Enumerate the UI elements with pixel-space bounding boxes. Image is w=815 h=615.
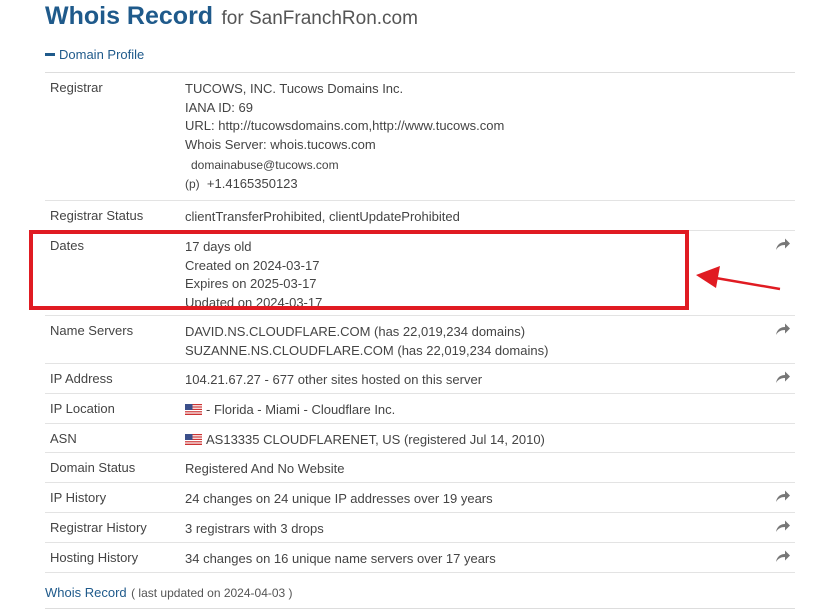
label-name-servers: Name Servers	[50, 323, 134, 338]
value-ip-history: 24 changes on 24 unique IP addresses ove…	[185, 491, 493, 506]
label-ip-address: IP Address	[50, 371, 113, 386]
label-ip-history: IP History	[50, 490, 107, 505]
value-ip-address[interactable]: 104.21.67.27 - 677 other sites hosted on…	[185, 371, 482, 390]
registrar-iana: IANA ID: 69	[185, 99, 253, 115]
value-name-servers: DAVID.NS.CLOUDFLARE.COM (has 22,019,234 …	[185, 323, 548, 360]
label-registrar-status: Registrar Status	[50, 208, 144, 223]
whois-record-footer: Whois Record ( last updated on 2024-04-0…	[45, 584, 293, 602]
row-ip-location: IP Location - Florida - Miami - Cloudfla…	[45, 394, 795, 424]
share-icon[interactable]	[775, 322, 791, 336]
registrar-whois-server: Whois Server: whois.tucows.com	[185, 136, 376, 152]
registrar-url: URL: http://tucowsdomains.com,http://www…	[185, 118, 505, 133]
section-label: Domain Profile	[59, 47, 145, 62]
label-domain-status: Domain Status	[50, 460, 136, 475]
value-asn: AS13335 CLOUDFLARENET, US (registered Ju…	[206, 432, 545, 447]
share-icon[interactable]	[775, 489, 791, 503]
footer-title[interactable]: Whois Record	[45, 585, 127, 600]
title-domain: for SanFranchRon.com	[221, 8, 418, 29]
footer-updated: ( last updated on 2024-04-03 )	[131, 586, 293, 600]
row-hosting-history: Hosting History 34 changes on 16 unique …	[45, 543, 795, 573]
row-ip-history: IP History 24 changes on 24 unique IP ad…	[45, 483, 795, 513]
page-title: Whois Record for SanFranchRon.com	[45, 2, 418, 31]
registrar-name: TUCOWS, INC. Tucows Domains Inc.	[185, 81, 404, 96]
label-asn: ASN	[50, 431, 77, 446]
share-icon[interactable]	[775, 549, 791, 563]
domain-profile-toggle[interactable]: Domain Profile	[45, 47, 144, 62]
row-registrar: Registrar TUCOWS, INC. Tucows Domains In…	[45, 73, 795, 201]
registrar-email: domainabuse@tucows.com	[191, 158, 339, 172]
us-flag-icon	[185, 434, 202, 445]
value-domain-status: Registered And No Website	[185, 461, 345, 476]
name-server-2[interactable]: SUZANNE.NS.CLOUDFLARE.COM (has 22,019,23…	[185, 342, 548, 361]
value-hosting-history: 34 changes on 16 unique name servers ove…	[185, 551, 496, 566]
registrar-phone-line: (p) +1.4165350123	[185, 175, 504, 194]
title-main: Whois Record	[45, 2, 214, 30]
name-server-1[interactable]: DAVID.NS.CLOUDFLARE.COM (has 22,019,234 …	[185, 323, 548, 342]
row-domain-status: Domain Status Registered And No Website	[45, 453, 795, 483]
row-registrar-status: Registrar Status clientTransferProhibite…	[45, 201, 795, 231]
dates-highlight-box	[29, 230, 689, 310]
value-registrar-history: 3 registrars with 3 drops	[185, 521, 324, 536]
phone-prefix: (p)	[185, 176, 200, 191]
value-ip-location-wrap: - Florida - Miami - Cloudflare Inc.	[185, 401, 395, 420]
label-ip-location: IP Location	[50, 401, 115, 416]
whois-table: Registrar TUCOWS, INC. Tucows Domains In…	[45, 72, 795, 573]
row-ip-address: IP Address 104.21.67.27 - 677 other site…	[45, 364, 795, 394]
share-icon[interactable]	[775, 237, 791, 251]
value-registrar-status: clientTransferProhibited, clientUpdatePr…	[185, 209, 460, 224]
value-registrar: TUCOWS, INC. Tucows Domains Inc. IANA ID…	[185, 80, 504, 193]
label-registrar: Registrar	[50, 80, 103, 95]
share-icon[interactable]	[775, 370, 791, 384]
annotation-arrow-icon	[696, 266, 781, 291]
share-icon[interactable]	[775, 519, 791, 533]
row-name-servers: Name Servers DAVID.NS.CLOUDFLARE.COM (ha…	[45, 316, 795, 364]
footer-divider	[45, 608, 795, 609]
collapse-icon	[45, 53, 55, 57]
value-asn-wrap: AS13335 CLOUDFLARENET, US (registered Ju…	[185, 431, 545, 450]
row-asn: ASN AS13335 CLOUDFLARENET, US (registere…	[45, 424, 795, 453]
row-registrar-history: Registrar History 3 registrars with 3 dr…	[45, 513, 795, 543]
value-ip-location: - Florida - Miami - Cloudflare Inc.	[206, 402, 396, 417]
label-registrar-history: Registrar History	[50, 520, 147, 535]
us-flag-icon	[185, 404, 202, 415]
label-hosting-history: Hosting History	[50, 550, 139, 565]
registrar-phone: +1.4165350123	[206, 175, 298, 191]
